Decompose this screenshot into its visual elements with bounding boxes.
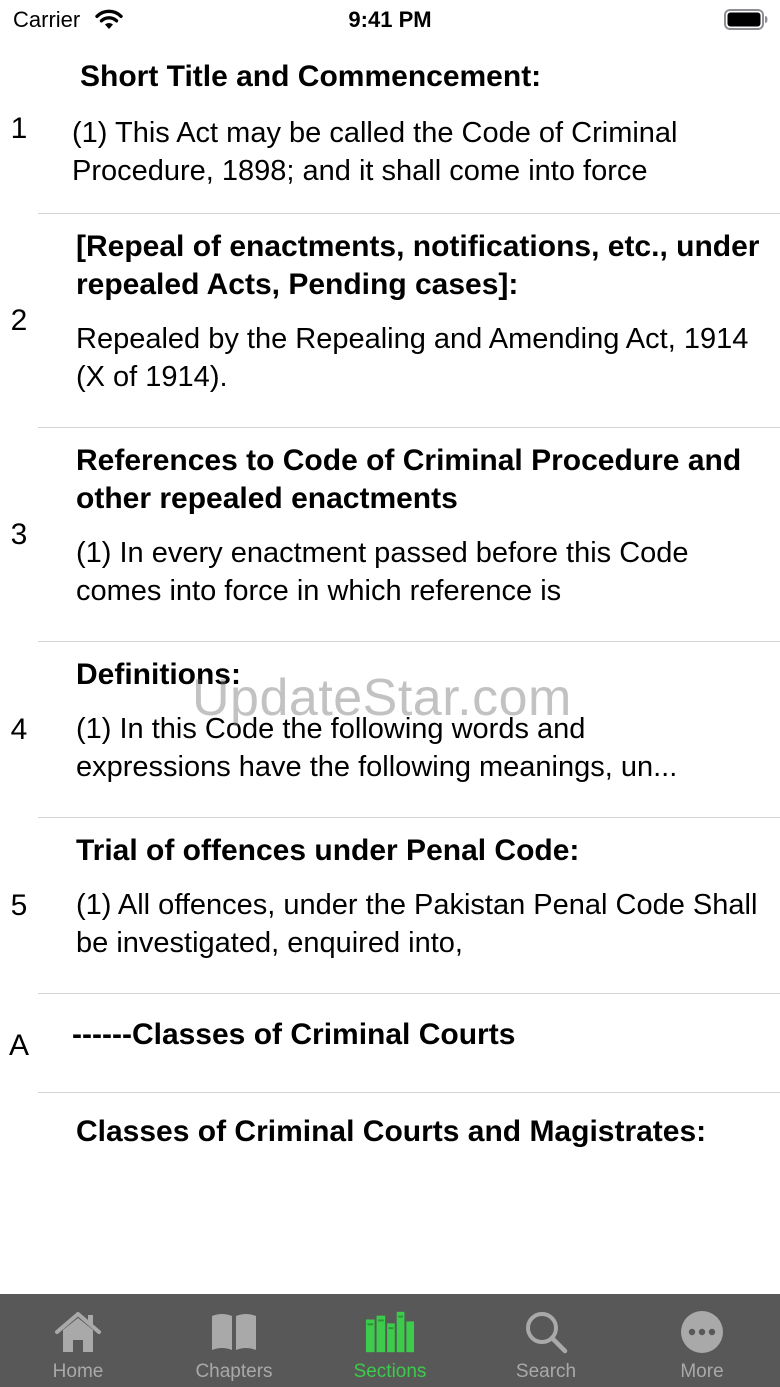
section-description: Repealed by the Repealing and Amending A… bbox=[76, 323, 749, 393]
section-number: 2 bbox=[10, 303, 28, 337]
section-row[interactable]: 2 [Repeal of enactments, notifications, … bbox=[11, 214, 780, 428]
section-number: 5 bbox=[10, 888, 28, 922]
tab-bar: Home Chapters Sections Search More bbox=[0, 1294, 780, 1387]
section-number: 6 bbox=[0, 1195, 38, 1199]
chapter-header-row[interactable]: A ------Classes of Criminal Courts bbox=[9, 994, 780, 1093]
books-icon bbox=[365, 1311, 415, 1353]
tab-label: Sections bbox=[353, 1361, 427, 1382]
section-description: (1) All offences, under the Pakistan Pen… bbox=[76, 889, 758, 959]
section-row[interactable]: 3 References to Code of Criminal Procedu… bbox=[11, 428, 780, 642]
section-description: (1) In every enactment passed before thi… bbox=[76, 537, 689, 607]
battery-icon bbox=[724, 9, 768, 30]
tab-sections[interactable]: Sections bbox=[312, 1294, 468, 1387]
status-bar: Carrier 9:41 PM bbox=[0, 0, 780, 44]
section-number: 3 bbox=[10, 517, 28, 551]
search-icon bbox=[526, 1312, 568, 1354]
section-title: Definitions: bbox=[76, 658, 241, 691]
tab-label: Home bbox=[52, 1361, 104, 1382]
tab-label: Search bbox=[515, 1361, 577, 1382]
section-title: [Repeal of enactments, notifications, et… bbox=[76, 230, 760, 301]
tab-chapters[interactable]: Chapters bbox=[156, 1294, 312, 1387]
section-title: References to Code of Criminal Procedure… bbox=[76, 444, 742, 515]
tab-label: More bbox=[680, 1361, 724, 1382]
tab-more[interactable]: More bbox=[624, 1294, 780, 1387]
section-number: A bbox=[8, 1029, 29, 1062]
section-description: (1) In this Code the following words and… bbox=[76, 710, 760, 786]
section-description-line: expressions have the following meanings,… bbox=[76, 751, 678, 783]
tab-home[interactable]: Home bbox=[0, 1294, 156, 1387]
section-title: ------Classes of Criminal Courts bbox=[72, 1018, 516, 1051]
more-icon bbox=[681, 1311, 723, 1353]
section-row[interactable]: 6 Classes of Criminal Courts and Magistr… bbox=[11, 1093, 780, 1199]
section-description-line: (1) In this Code the following words and bbox=[76, 713, 586, 745]
tab-label: Chapters bbox=[195, 1361, 273, 1382]
section-title: Classes of Criminal Courts and Magistrat… bbox=[76, 1115, 707, 1148]
sections-list[interactable]: 1 Short Title and Commencement: (1) This… bbox=[0, 44, 780, 1199]
home-icon bbox=[55, 1312, 101, 1352]
status-time: 9:41 PM bbox=[348, 7, 432, 32]
section-row[interactable]: 5 Trial of offences under Penal Code: (1… bbox=[11, 818, 780, 994]
section-row[interactable]: 1 Short Title and Commencement: (1) This… bbox=[11, 44, 780, 214]
section-number: 1 bbox=[10, 111, 28, 145]
section-description: (1) This Act may be called the Code of C… bbox=[72, 117, 678, 187]
section-number: 4 bbox=[10, 712, 28, 746]
section-title: Short Title and Commencement: bbox=[80, 60, 542, 93]
section-title: Trial of offences under Penal Code: bbox=[76, 834, 580, 867]
tab-search[interactable]: Search bbox=[468, 1294, 624, 1387]
section-row[interactable]: 4 Definitions: (1) In this Code the foll… bbox=[11, 642, 780, 818]
book-icon bbox=[212, 1314, 256, 1350]
